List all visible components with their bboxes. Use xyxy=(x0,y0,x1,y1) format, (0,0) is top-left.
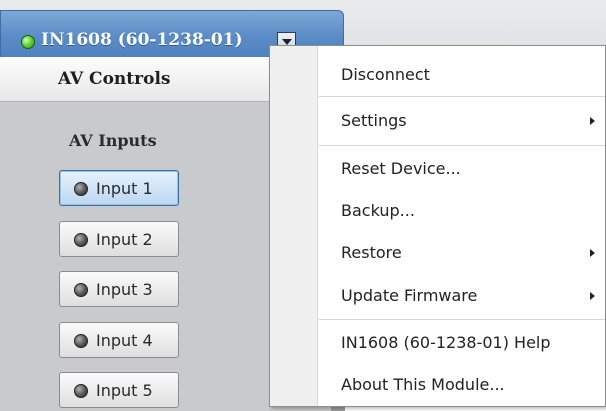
menu-item-restore[interactable]: Restore xyxy=(319,233,605,273)
av-controls-header[interactable]: AV Controls xyxy=(0,57,270,102)
input-label: Input 5 xyxy=(96,381,153,400)
device-context-menu: Disconnect Settings Reset Device... Back… xyxy=(269,45,606,407)
input-1-button[interactable]: Input 1 xyxy=(59,170,179,206)
input-5-button[interactable]: Input 5 xyxy=(59,372,179,408)
menu-item-label: Disconnect xyxy=(341,65,430,84)
input-indicator-icon xyxy=(74,182,88,196)
menu-item-label: Reset Device... xyxy=(341,159,461,178)
menu-separator xyxy=(319,145,605,146)
menu-separator xyxy=(319,96,605,97)
menu-item-backup[interactable]: Backup... xyxy=(319,191,605,231)
submenu-arrow-icon xyxy=(590,117,595,125)
input-indicator-icon xyxy=(74,233,88,247)
av-controls-title: AV Controls xyxy=(58,69,171,89)
menu-separator xyxy=(319,319,605,320)
input-indicator-icon xyxy=(74,384,88,398)
menu-item-reset-device[interactable]: Reset Device... xyxy=(319,149,605,189)
input-label: Input 2 xyxy=(96,230,153,249)
menu-item-about[interactable]: About This Module... xyxy=(319,365,605,405)
menu-item-update-firmware[interactable]: Update Firmware xyxy=(319,276,605,316)
menu-item-settings[interactable]: Settings xyxy=(319,101,605,141)
menu-item-label: IN1608 (60-1238-01) Help xyxy=(341,333,551,352)
input-label: Input 4 xyxy=(96,331,153,350)
submenu-arrow-icon xyxy=(590,249,595,257)
menu-item-disconnect[interactable]: Disconnect xyxy=(319,55,605,95)
device-tab-title: IN1608 (60-1238-01) xyxy=(41,30,243,50)
input-2-button[interactable]: Input 2 xyxy=(59,221,179,257)
menu-icon-gutter xyxy=(270,46,318,406)
menu-item-label: Update Firmware xyxy=(341,286,478,305)
menu-item-label: Backup... xyxy=(341,201,415,220)
submenu-arrow-icon xyxy=(590,292,595,300)
menu-item-label: Settings xyxy=(341,111,407,130)
connection-status-icon xyxy=(21,35,35,49)
menu-item-help[interactable]: IN1608 (60-1238-01) Help xyxy=(319,323,605,363)
input-indicator-icon xyxy=(74,334,88,348)
input-label: Input 3 xyxy=(96,280,153,299)
menu-item-label: About This Module... xyxy=(341,375,505,394)
av-inputs-title: AV Inputs xyxy=(69,131,157,150)
input-indicator-icon xyxy=(74,283,88,297)
input-label: Input 1 xyxy=(96,179,153,198)
menu-item-label: Restore xyxy=(341,243,402,262)
input-4-button[interactable]: Input 4 xyxy=(59,322,179,358)
input-3-button[interactable]: Input 3 xyxy=(59,271,179,307)
